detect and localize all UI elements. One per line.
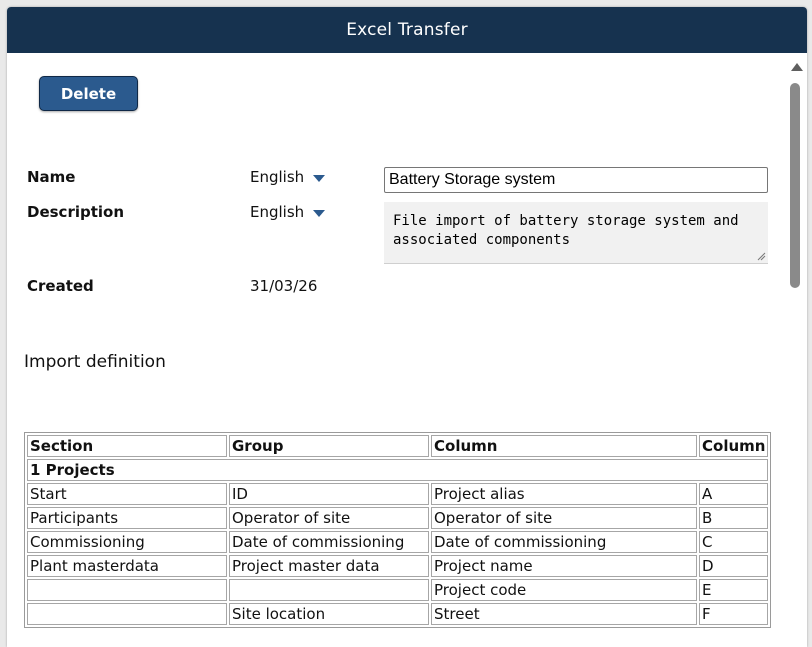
table-row[interactable]: Project code E — [27, 579, 769, 601]
cell-section: Participants — [27, 507, 227, 529]
cell-group: Site location — [229, 603, 429, 625]
cell-section: Plant masterdata — [27, 555, 227, 577]
description-label: Description — [27, 203, 125, 221]
header-column: Column — [431, 435, 697, 457]
header-group: Group — [229, 435, 429, 457]
description-language-value: English — [250, 203, 305, 221]
scrollbar-thumb[interactable] — [790, 83, 800, 288]
description-language-select[interactable]: English — [250, 203, 326, 221]
resize-grip-icon[interactable] — [756, 251, 766, 261]
table-row[interactable]: Plant masterdata Project master data Pro… — [27, 555, 769, 577]
name-language-value: English — [250, 168, 305, 186]
cell-column: Street — [431, 603, 697, 625]
table-header-row: Section Group Column Column — [27, 435, 769, 457]
description-text: File import of battery storage system an… — [393, 213, 739, 248]
name-label: Name — [27, 168, 76, 186]
cell-letter: E — [699, 579, 769, 601]
cell-group: Date of commissioning — [229, 531, 429, 553]
table-row[interactable]: Site location Street F — [27, 603, 769, 625]
cell-column: Date of commissioning — [431, 531, 697, 553]
cell-letter: F — [699, 603, 769, 625]
cell-section — [27, 579, 227, 601]
caret-down-icon — [313, 209, 326, 217]
import-definition-table: Section Group Column Column 1 Projects S… — [24, 432, 772, 628]
delete-button[interactable]: Delete — [39, 76, 138, 111]
caret-down-icon — [313, 174, 326, 182]
cell-column: Project code — [431, 579, 697, 601]
import-definition-title: Import definition — [24, 352, 166, 372]
created-value: 31/03/26 — [250, 277, 318, 295]
cell-letter: A — [699, 483, 769, 505]
name-language-select[interactable]: English — [250, 168, 326, 186]
cell-letter: B — [699, 507, 769, 529]
arrow-up-icon[interactable] — [791, 63, 803, 71]
table-row[interactable]: Participants Operator of site Operator o… — [27, 507, 769, 529]
cell-group: Operator of site — [229, 507, 429, 529]
cell-column: Operator of site — [431, 507, 697, 529]
group-label: 1 Projects — [27, 459, 769, 481]
cell-section — [27, 603, 227, 625]
table-row[interactable]: Start ID Project alias A — [27, 483, 769, 505]
cell-column: Project name — [431, 555, 697, 577]
cell-column: Project alias — [431, 483, 697, 505]
cell-group: Project master data — [229, 555, 429, 577]
cell-section: Commissioning — [27, 531, 227, 553]
name-input[interactable]: Battery Storage system — [384, 167, 768, 193]
table-row[interactable]: Commissioning Date of commissioning Date… — [27, 531, 769, 553]
header-section: Section — [27, 435, 227, 457]
header-column-letter: Column — [699, 435, 769, 457]
vertical-scrollbar[interactable] — [787, 53, 807, 647]
cell-letter: C — [699, 531, 769, 553]
cell-group: ID — [229, 483, 429, 505]
dialog-title: Excel Transfer — [346, 20, 468, 40]
created-label: Created — [27, 277, 94, 295]
excel-transfer-dialog: Excel Transfer Delete Name English Batte… — [7, 7, 807, 647]
dialog-titlebar: Excel Transfer — [7, 7, 807, 53]
cell-section: Start — [27, 483, 227, 505]
cell-letter: D — [699, 555, 769, 577]
table-group-row: 1 Projects — [27, 459, 769, 481]
description-textarea[interactable]: File import of battery storage system an… — [384, 202, 768, 264]
cell-group — [229, 579, 429, 601]
